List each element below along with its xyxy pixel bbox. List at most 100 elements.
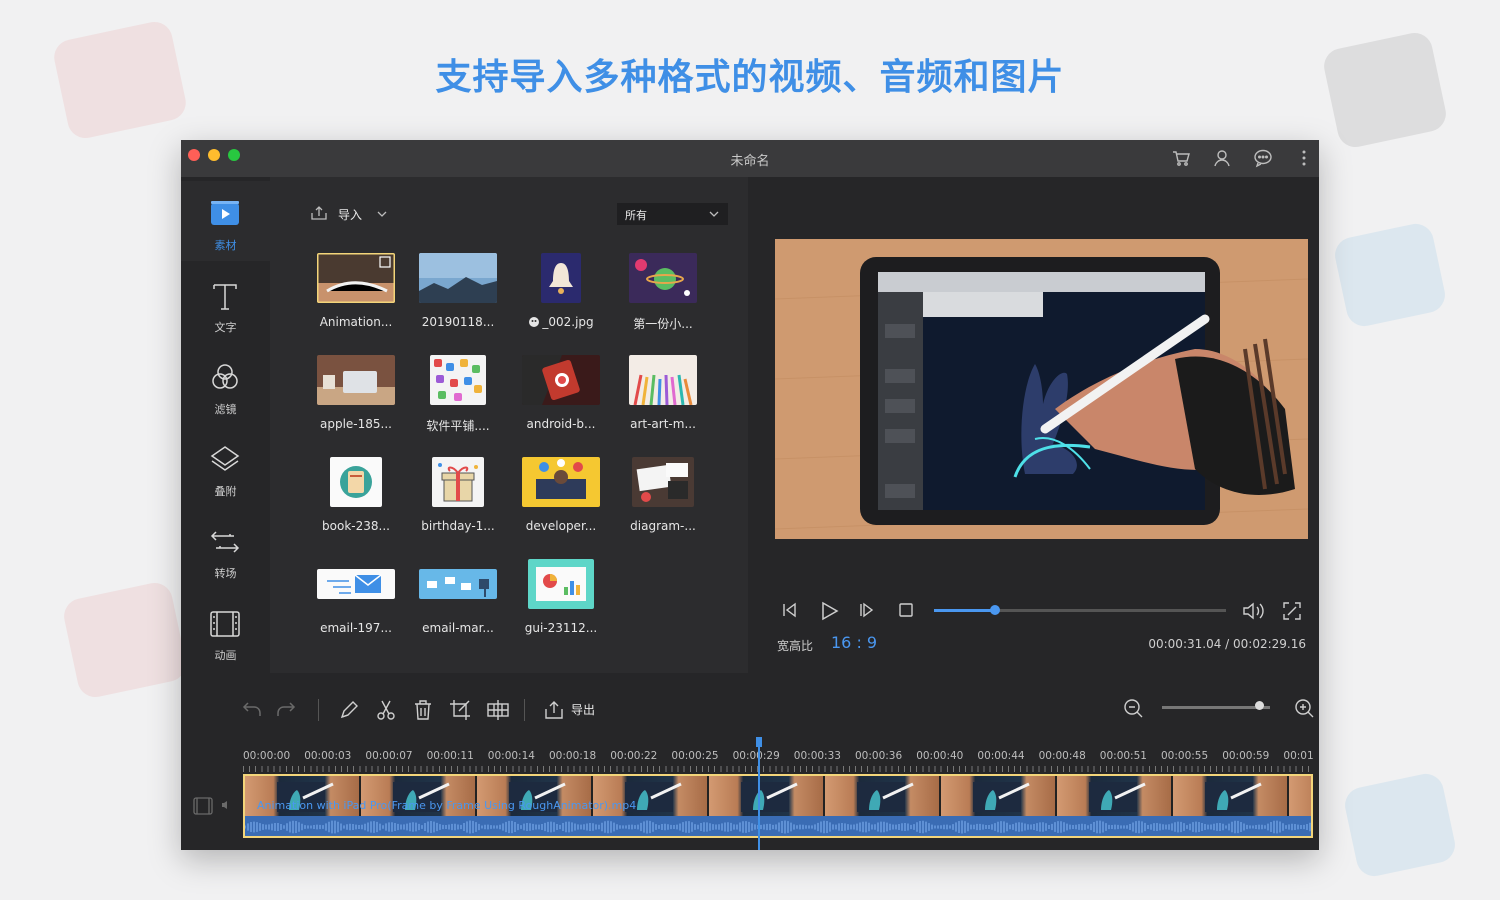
edit-button[interactable] (338, 699, 360, 725)
crop-icon (450, 700, 470, 720)
ruler-label: 00:00:29 (732, 750, 780, 762)
media-filter-select[interactable]: 所有 (617, 203, 728, 225)
redo-button[interactable] (275, 699, 297, 723)
timeline-zoom-slider[interactable] (1162, 706, 1270, 709)
media-item[interactable]: developer... (511, 453, 611, 543)
transition-icon (210, 531, 240, 553)
mosaic-icon (487, 700, 509, 720)
zoom-out-button[interactable] (1122, 697, 1144, 723)
media-item[interactable]: birthday-1... (408, 453, 508, 543)
media-item-label: email-197... (320, 621, 392, 635)
media-item[interactable]: email-mar... (408, 555, 508, 645)
playhead[interactable] (758, 737, 760, 850)
video-clip[interactable]: Animation with iPad Pro(Frame by Frame U… (243, 774, 1313, 838)
playback-progress-bar[interactable] (934, 605, 1226, 615)
media-item-label: diagram-... (630, 519, 696, 533)
ruler-label: 00:00:48 (1038, 750, 1086, 762)
audio-waveform (245, 816, 1311, 836)
stop-icon (899, 603, 913, 617)
clip-frame (1289, 776, 1311, 816)
media-item-label: birthday-1... (421, 519, 495, 533)
play-button[interactable] (818, 601, 840, 625)
user-icon[interactable] (1212, 148, 1232, 168)
sidebar-item-overlay[interactable]: 叠附 (181, 427, 270, 507)
media-item[interactable]: Animation... (306, 249, 406, 339)
media-item[interactable]: 20190118... (408, 249, 508, 339)
export-label[interactable]: 导出 (571, 701, 595, 718)
ruler-label: 00:01: (1283, 750, 1313, 762)
step-forward-button[interactable] (858, 601, 878, 623)
volume-button[interactable] (1241, 601, 1267, 625)
overlay-icon (210, 446, 240, 471)
ruler-label: 00:00:36 (855, 750, 903, 762)
filter-icon (212, 364, 238, 389)
media-item-label: _002.jpg (542, 315, 594, 329)
undo-icon (242, 702, 261, 716)
ruler-label: 00:00:59 (1222, 750, 1270, 762)
mosaic-button[interactable] (486, 699, 510, 725)
media-item[interactable]: apple-185... (306, 351, 406, 441)
step-back-button[interactable] (781, 601, 801, 623)
background-decoration (1341, 770, 1459, 880)
zoom-in-button[interactable] (1293, 697, 1315, 723)
media-item-label-row: _002.jpg (511, 315, 611, 329)
playhead-handle[interactable] (756, 737, 762, 747)
media-thumbnail (629, 253, 697, 303)
clip-frame (825, 776, 941, 816)
media-item[interactable]: art-art-m... (613, 351, 713, 441)
media-item-label: 软件平铺.... (426, 419, 490, 433)
ruler-label: 00:00:55 (1161, 750, 1209, 762)
media-thumbnail (430, 355, 486, 405)
media-item[interactable]: diagram-... (613, 453, 713, 543)
media-item[interactable]: _002.jpg (511, 249, 611, 339)
media-thumbnail (419, 253, 497, 303)
ruler-label: 00:00:00 (243, 750, 291, 762)
video-frame-image (775, 239, 1308, 539)
undo-button[interactable] (241, 699, 263, 723)
timeline-ruler[interactable]: 00:00:00 00:00:03 00:00:07 00:00:11 00:00:14… (243, 750, 1313, 772)
import-icon (311, 206, 327, 220)
fullscreen-button[interactable] (1282, 601, 1302, 625)
sidebar-item-filter[interactable]: 滤镜 (181, 345, 270, 425)
aspect-ratio-value[interactable]: 16 : 9 (831, 633, 877, 652)
playback-progress-handle[interactable] (990, 605, 1001, 615)
media-thumbnail (522, 355, 600, 405)
stop-button[interactable] (898, 602, 914, 622)
media-item[interactable]: 第一份小... (613, 249, 713, 339)
split-button[interactable] (375, 699, 397, 725)
media-item-label: gui-23112... (524, 621, 598, 635)
aspect-ratio-label: 宽高比 (777, 639, 814, 653)
ruler-label: 00:00:07 (365, 750, 413, 762)
ruler-label: 00:00:33 (793, 750, 841, 762)
media-item[interactable]: 软件平铺.... (408, 351, 508, 441)
media-item[interactable]: book-238... (306, 453, 406, 543)
export-button[interactable] (542, 699, 566, 725)
media-item[interactable]: android-b... (511, 351, 611, 441)
media-item[interactable]: gui-23112... (511, 555, 611, 645)
ruler-label: 00:00:25 (671, 750, 719, 762)
cart-icon[interactable] (1171, 148, 1191, 168)
media-library: 导入 所有 Animation... 20190118... _002.jpg 第一份… (270, 177, 748, 673)
media-item-label: 20190118... (421, 315, 495, 329)
redo-icon (277, 702, 296, 716)
sidebar-item-text[interactable]: 文字 (181, 263, 270, 343)
crop-button[interactable] (449, 699, 471, 725)
ruler-label: 00:00:11 (426, 750, 474, 762)
media-item[interactable]: email-197... (306, 555, 406, 645)
sidebar-item-transition[interactable]: 转场 (181, 509, 270, 589)
step-back-icon (783, 602, 796, 618)
more-icon[interactable] (1294, 148, 1314, 168)
chevron-down-icon (377, 211, 387, 217)
step-forward-icon (860, 602, 874, 618)
background-decoration (60, 579, 190, 701)
image-file-icon (528, 315, 542, 329)
volume-icon (1243, 602, 1264, 620)
sidebar-item-media[interactable]: 素材 (181, 181, 270, 261)
media-item-label: android-b... (526, 417, 596, 431)
clip-frame (1173, 776, 1289, 816)
delete-button[interactable] (412, 699, 434, 725)
ruler-label: 00:00:18 (549, 750, 597, 762)
sidebar-item-animation[interactable]: 动画 (181, 591, 270, 671)
chat-icon[interactable] (1253, 148, 1273, 168)
media-thumbnail (541, 253, 581, 303)
